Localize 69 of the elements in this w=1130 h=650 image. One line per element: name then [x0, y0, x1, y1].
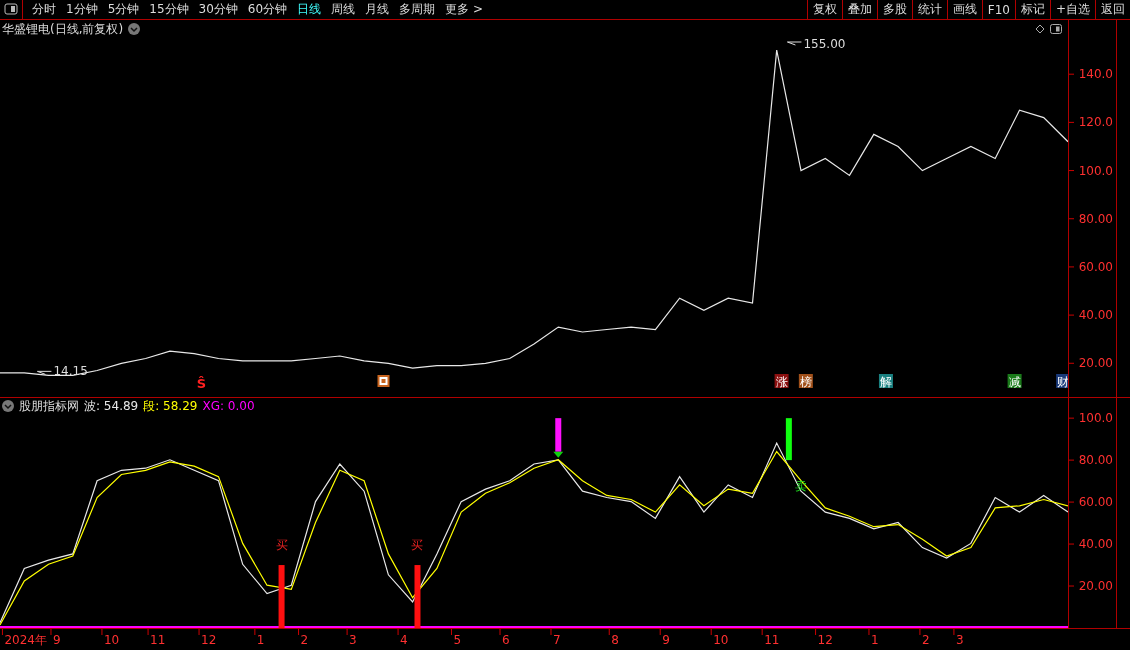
date-label: 10	[103, 633, 120, 647]
buy-signal-bar	[278, 565, 285, 628]
price-label: 14.15	[53, 364, 88, 379]
dropdown-icon[interactable]	[2, 400, 14, 412]
date-label: 6	[502, 633, 510, 647]
axis-label: 60.00	[1078, 259, 1113, 274]
event-tag[interactable]: 涨	[774, 374, 789, 389]
period-tab[interactable]: 分时	[27, 1, 61, 18]
period-tab[interactable]: 15分钟	[144, 1, 194, 18]
panel-toggle-icon[interactable]	[1050, 23, 1062, 35]
date-label: 12	[817, 633, 833, 647]
date-label: 12	[201, 633, 217, 647]
date-label: 2024年	[4, 633, 47, 647]
diamond-icon[interactable]	[1035, 24, 1045, 34]
date-label: 3	[955, 633, 964, 647]
date-label: 1	[870, 633, 879, 647]
axis-label: 140.0	[1078, 67, 1113, 82]
period-tab[interactable]: 月线	[360, 1, 395, 18]
date-label: 8	[611, 633, 619, 647]
date-label: 11	[764, 633, 780, 647]
buy-signal-label: 买	[411, 538, 424, 553]
event-mark[interactable]: Ŝ	[196, 376, 207, 391]
sell-signal-bar	[785, 418, 792, 461]
indicator-readout: XG: 0.00	[202, 399, 255, 413]
axis-label: 40.00	[1078, 308, 1113, 323]
axis-label: 60.00	[1078, 495, 1113, 510]
period-tab[interactable]: 多周期	[394, 1, 441, 18]
date-label: 5	[453, 633, 462, 647]
indicator-readout: 波: 54.89	[84, 397, 139, 415]
event-tag[interactable]: 解	[878, 374, 893, 389]
axis-label: 80.00	[1078, 453, 1113, 468]
period-tab[interactable]: 1分钟	[61, 1, 103, 18]
period-tab[interactable]: 更多 >	[440, 1, 488, 18]
dropdown-icon[interactable]	[128, 23, 141, 35]
date-label: 9	[662, 633, 670, 647]
axis-label: 120.0	[1078, 115, 1113, 130]
date-label: 10	[713, 633, 729, 647]
axis-label: 80.00	[1078, 211, 1113, 226]
date-label: 7	[553, 633, 561, 647]
period-tab[interactable]: 60分钟	[242, 1, 293, 18]
axis-label: 100.0	[1078, 163, 1113, 178]
period-tab[interactable]: 30分钟	[193, 1, 243, 18]
date-label: 9	[52, 633, 61, 647]
date-label: 2	[921, 633, 930, 647]
axis-label: 100.0	[1078, 411, 1113, 426]
period-tab[interactable]: 日线	[292, 1, 327, 18]
date-label: 4	[400, 633, 408, 647]
period-tab[interactable]: 5分钟	[102, 1, 145, 18]
axis-label: 20.00	[1078, 356, 1113, 371]
leader-line	[36, 370, 52, 375]
leader-line	[786, 41, 802, 46]
period-tab[interactable]: 周线	[326, 1, 361, 18]
axis-label: 40.00	[1078, 537, 1113, 552]
event-tag[interactable]: 减	[1007, 374, 1022, 389]
buy-signal-bar	[414, 565, 421, 628]
date-label: 1	[256, 633, 265, 647]
indicator-readout: 段: 58.29	[143, 397, 198, 415]
buy-signal-label: 买	[275, 538, 288, 553]
date-label: 3	[349, 633, 357, 647]
date-label: 2	[300, 633, 309, 647]
event-tag[interactable]: 榜	[798, 374, 813, 389]
stock-title: 华盛锂电(日线,前复权)	[2, 20, 124, 38]
date-label: 11	[150, 633, 166, 647]
indicator-name: 股朋指标网	[19, 397, 79, 415]
square-event-icon[interactable]	[377, 375, 390, 387]
signal-arrow-icon	[553, 418, 564, 458]
price-label: 155.00	[803, 38, 846, 51]
event-tag[interactable]: 财	[1056, 374, 1068, 389]
axis-label: 20.00	[1078, 579, 1113, 594]
